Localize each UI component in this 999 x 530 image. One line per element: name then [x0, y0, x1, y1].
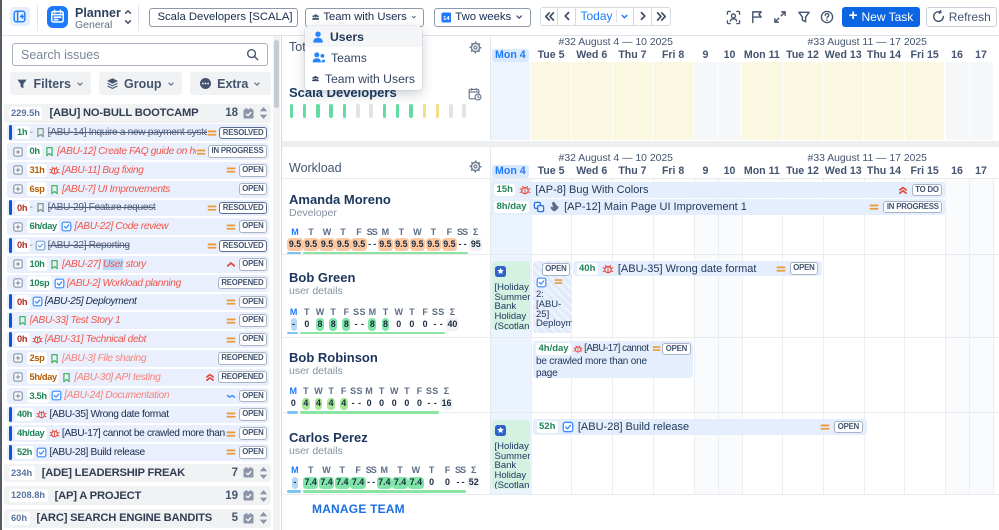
svg-text:14: 14 [443, 16, 450, 22]
